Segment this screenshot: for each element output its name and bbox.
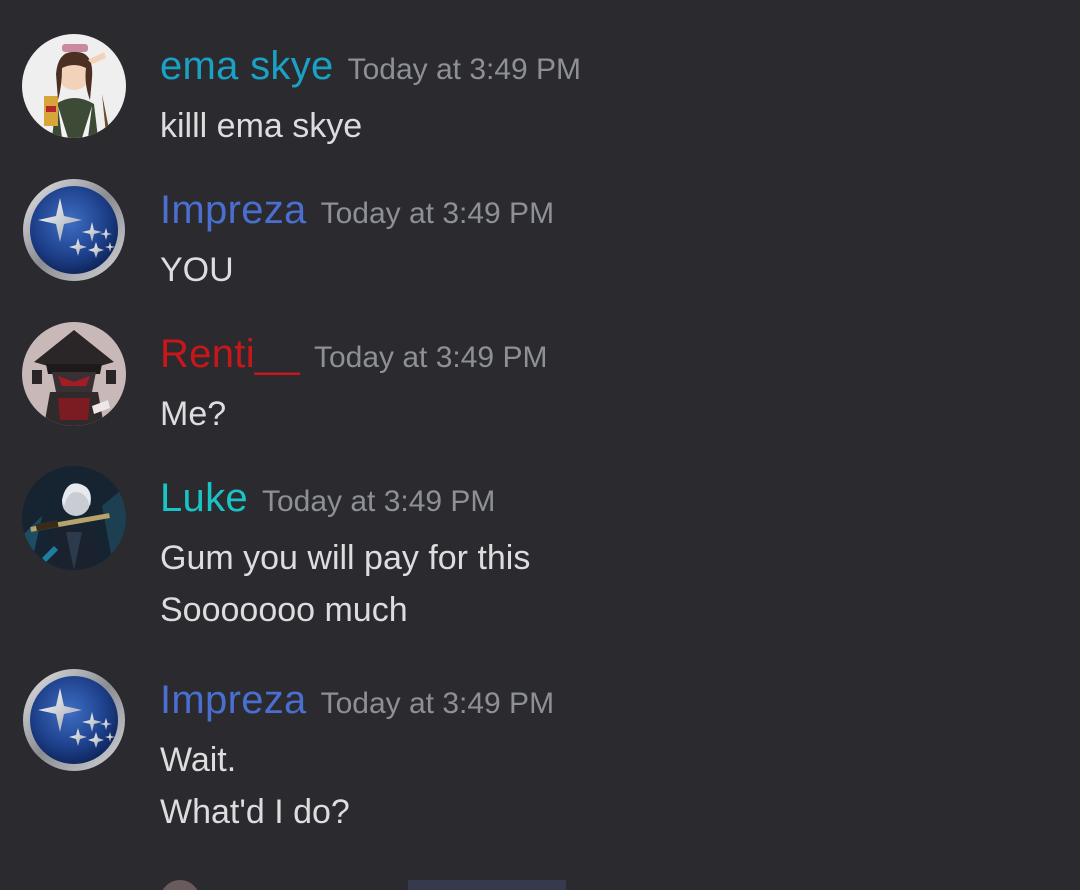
message-text: YOU [160,251,234,289]
message-header: Renti__ Today at 3:49 PM [160,330,547,378]
message-body: Wait. What'd I do? [160,734,350,838]
message-body: killl ema skye [160,100,362,152]
chat-message-list: ema skye Today at 3:49 PM killl ema skye … [0,0,1080,890]
message-header: ema skye Today at 3:49 PM [160,42,581,90]
avatar [160,880,200,890]
subaru-stars-avatar[interactable] [22,668,126,772]
username[interactable]: Impreza [160,188,307,232]
subaru-stars-avatar[interactable] [22,178,126,282]
message-text: Me? [160,395,227,433]
message-text: What'd I do? [160,793,350,831]
swordsman-avatar[interactable] [22,466,126,570]
timestamp: Today at 3:49 PM [320,687,555,720]
timestamp: Today at 3:49 PM [347,53,582,86]
username[interactable]: Impreza [160,678,307,722]
message-text: Gum you will pay for this [160,539,531,577]
message-body: YOU [160,244,234,296]
timestamp: Today at 3:49 PM [313,341,548,374]
message-text: Sooooooo much [160,591,408,629]
message-text: killl ema skye [160,107,363,145]
timestamp: Today at 3:49 PM [261,485,496,518]
anime-girl-avatar[interactable] [22,34,126,138]
timestamp: Today at 3:49 PM [320,197,555,230]
embed-placeholder [408,880,566,890]
message-body: Gum you will pay for this Sooooooo much [160,532,530,636]
username[interactable]: Renti__ [160,332,300,376]
message-text: Wait. [160,741,237,779]
hooded-figure-avatar[interactable] [22,322,126,426]
message-body: Me? [160,388,226,440]
message-header: Luke Today at 3:49 PM [160,474,495,522]
message-header: Impreza Today at 3:49 PM [160,186,554,234]
next-message-partial [0,876,1080,890]
username[interactable]: Luke [160,476,248,520]
username[interactable]: ema skye [160,44,334,88]
message-header: Impreza Today at 3:49 PM [160,676,554,724]
